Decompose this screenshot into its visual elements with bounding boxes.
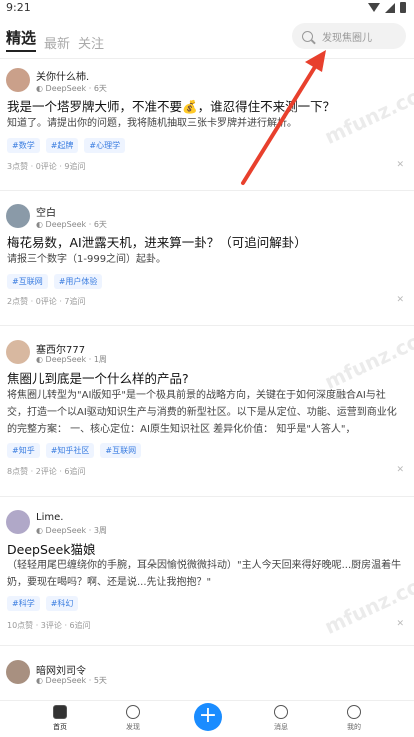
nav-label: 发现 bbox=[126, 723, 140, 731]
create-post-button[interactable]: + bbox=[194, 703, 222, 731]
tag[interactable]: #知乎 bbox=[7, 443, 40, 458]
nav-label: 我的 bbox=[347, 723, 361, 731]
author-name[interactable]: Lime. bbox=[36, 512, 63, 523]
divider bbox=[0, 496, 414, 497]
post-meta: ◐ DeepSeek · 3周 bbox=[36, 526, 107, 535]
divider bbox=[0, 325, 414, 326]
tag[interactable]: #知乎社区 bbox=[45, 443, 95, 458]
dismiss-icon[interactable]: ✕ bbox=[396, 160, 404, 170]
tag[interactable]: #互联网 bbox=[7, 274, 48, 289]
post-title[interactable]: 梅花易数，AI泄露天机，进来算一卦？（可追问解卦） bbox=[7, 232, 307, 251]
tag[interactable]: #数学 bbox=[7, 138, 40, 153]
tag[interactable]: #起牌 bbox=[45, 138, 79, 153]
status-bar: 9:21 bbox=[0, 0, 414, 18]
nav-home[interactable]: 首页 bbox=[40, 705, 80, 732]
post-stats: 3点赞 · 0评论 · 9追问 bbox=[7, 162, 86, 171]
avatar[interactable] bbox=[6, 510, 30, 534]
post-stats: 8点赞 · 2评论 · 6追问 bbox=[7, 467, 86, 476]
divider bbox=[0, 190, 414, 191]
battery-icon bbox=[400, 2, 406, 13]
dismiss-icon[interactable]: ✕ bbox=[396, 295, 404, 305]
post-stats: 10点赞 · 3评论 · 6追问 bbox=[7, 621, 91, 630]
wifi-icon bbox=[368, 3, 380, 12]
feed-tabs: 精选 最新 关注 bbox=[6, 27, 104, 52]
message-icon bbox=[274, 705, 288, 719]
post-meta: ◐ DeepSeek · 6天 bbox=[36, 84, 107, 93]
post-body[interactable]: （轻轻用尾巴缠绕你的手腕，耳朵因愉悦微微抖动）"主人今天回来得好晚呢...厨房温… bbox=[7, 557, 403, 591]
bottom-nav: 首页 发现 + 消息 我的 bbox=[0, 700, 414, 737]
tag[interactable]: #互联网 bbox=[100, 443, 142, 458]
tag-list: #数学 #起牌 #心理学 bbox=[7, 138, 126, 153]
nav-profile[interactable]: 我的 bbox=[334, 705, 374, 732]
tag[interactable]: #科学 bbox=[7, 596, 40, 611]
post-body[interactable]: 请报三个数字（1-999之间）起卦。 bbox=[7, 251, 403, 268]
deepseek-icon: ◐ bbox=[36, 220, 46, 229]
post-meta: ◐ DeepSeek · 5天 bbox=[36, 676, 107, 685]
divider bbox=[0, 645, 414, 646]
nav-discover[interactable]: 发现 bbox=[113, 705, 153, 732]
tab-following[interactable]: 关注 bbox=[78, 33, 104, 52]
post-body[interactable]: 将焦圈儿转型为"AI版知乎"是一个极具前景的战略方向，关键在于如何深度融合AI与… bbox=[7, 387, 403, 438]
deepseek-icon: ◐ bbox=[36, 676, 46, 685]
profile-icon bbox=[347, 705, 361, 719]
post-meta: ◐ DeepSeek · 1周 bbox=[36, 355, 107, 364]
watermark: mfunz.com bbox=[320, 319, 414, 395]
tab-featured[interactable]: 精选 bbox=[6, 27, 37, 52]
discover-icon bbox=[126, 705, 140, 719]
nav-label: 消息 bbox=[274, 723, 288, 731]
author-name[interactable]: 空白 bbox=[36, 204, 56, 219]
post-title[interactable]: 焦圈儿到底是一个什么样的产品? bbox=[7, 368, 189, 387]
avatar[interactable] bbox=[6, 68, 30, 92]
status-icons bbox=[368, 2, 406, 13]
deepseek-icon: ◐ bbox=[36, 84, 46, 93]
nav-messages[interactable]: 消息 bbox=[261, 705, 301, 732]
status-time: 9:21 bbox=[6, 1, 31, 14]
dismiss-icon[interactable]: ✕ bbox=[396, 465, 404, 475]
tag-list: #知乎 #知乎社区 #互联网 bbox=[7, 443, 142, 458]
avatar[interactable] bbox=[6, 340, 30, 364]
deepseek-icon: ◐ bbox=[36, 355, 46, 364]
tag-list: #科学 #科幻 bbox=[7, 596, 79, 611]
search-placeholder: 发现焦圈儿 bbox=[322, 32, 372, 44]
post-stats: 2点赞 · 0评论 · 7追问 bbox=[7, 297, 86, 306]
tag[interactable]: #科幻 bbox=[45, 596, 79, 611]
tab-latest[interactable]: 最新 bbox=[44, 33, 70, 52]
tag[interactable]: #心理学 bbox=[84, 138, 126, 153]
avatar[interactable] bbox=[6, 204, 30, 228]
avatar[interactable] bbox=[6, 660, 30, 684]
signal-icon bbox=[385, 2, 395, 13]
nav-label: 首页 bbox=[53, 723, 67, 731]
post-title[interactable]: 我是一个塔罗牌大师，不准不要💰，谁忍得住不来测一下？ bbox=[7, 96, 335, 115]
post-title[interactable]: DeepSeek猫娘 bbox=[7, 539, 96, 558]
deepseek-icon: ◐ bbox=[36, 526, 46, 535]
search-input[interactable]: 发现焦圈儿 bbox=[292, 23, 406, 49]
tag[interactable]: #用户体验 bbox=[53, 274, 103, 289]
author-name[interactable]: 关你什么杮. bbox=[36, 68, 89, 83]
search-icon bbox=[302, 30, 313, 42]
dismiss-icon[interactable]: ✕ bbox=[396, 619, 404, 629]
divider bbox=[0, 58, 414, 59]
tag-list: #互联网 #用户体验 bbox=[7, 274, 103, 289]
home-icon bbox=[53, 705, 67, 719]
post-meta: ◐ DeepSeek · 6天 bbox=[36, 220, 107, 229]
